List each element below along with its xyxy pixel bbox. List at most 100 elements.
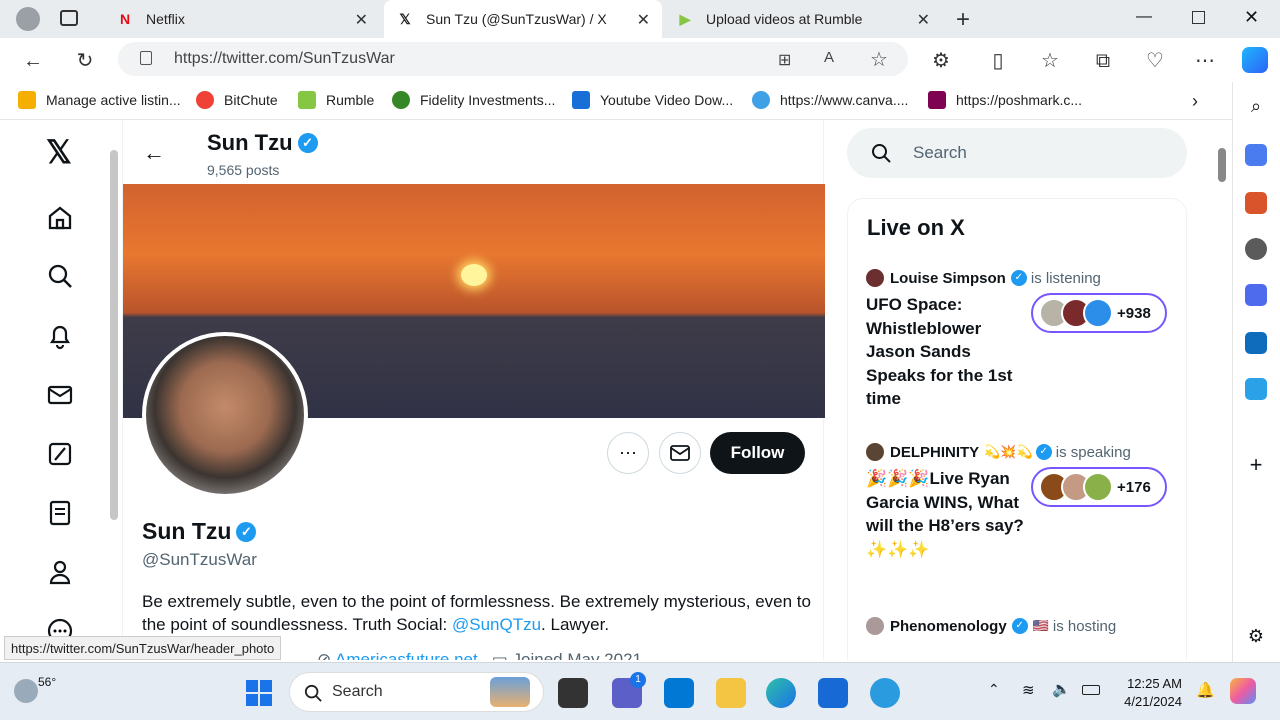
right-scrollbar[interactable] bbox=[1216, 128, 1228, 658]
settings-gear-icon[interactable]: ⚙ bbox=[1245, 626, 1267, 648]
chevron-up-icon[interactable]: ⌃ bbox=[988, 681, 1000, 698]
task-view-icon[interactable] bbox=[558, 678, 588, 708]
close-icon[interactable]: ✕ bbox=[637, 10, 650, 30]
help-icon[interactable] bbox=[870, 678, 900, 708]
lock-icon[interactable] bbox=[140, 51, 152, 65]
window-close-button[interactable]: ✕ bbox=[1244, 7, 1259, 28]
message-button[interactable] bbox=[659, 432, 701, 474]
space-host: Phenomenology ✓ 🇺🇸 is hosting bbox=[866, 617, 1176, 635]
apps-icon[interactable]: ⊞ bbox=[778, 50, 791, 70]
bio-mention-link[interactable]: @SunQTzu bbox=[452, 615, 541, 634]
bookmark-item[interactable]: BitChute bbox=[196, 91, 278, 109]
file-explorer-icon[interactable] bbox=[716, 678, 746, 708]
space-host: DELPHINITY 💫💥💫 ✓ is speaking bbox=[866, 443, 1176, 461]
status-bar-url: https://twitter.com/SunTzusWar/header_ph… bbox=[4, 636, 282, 660]
x-logo-icon[interactable]: 𝕏 bbox=[46, 136, 74, 168]
profile-name-text: Sun Tzu bbox=[142, 518, 232, 544]
lists-icon[interactable] bbox=[46, 499, 74, 527]
search-icon[interactable]: ⌕ bbox=[1245, 96, 1267, 118]
browser-essentials-icon[interactable]: ♡ bbox=[1142, 48, 1168, 74]
space-item[interactable]: Louise Simpson ✓ is listening UFO Space: W… bbox=[866, 269, 1176, 408]
scrollbar-thumb[interactable] bbox=[1218, 148, 1226, 182]
weather-temp[interactable]: 56° bbox=[38, 675, 56, 689]
follow-button[interactable]: Follow bbox=[710, 432, 805, 474]
bookmark-item[interactable]: Youtube Video Dow... bbox=[572, 91, 733, 109]
new-tab-button[interactable]: + bbox=[956, 6, 970, 34]
weather-icon[interactable] bbox=[14, 679, 38, 703]
bookmark-item[interactable]: Manage active listin... bbox=[18, 91, 181, 109]
bookmark-item[interactable]: Rumble bbox=[298, 91, 374, 109]
space-item[interactable]: DELPHINITY 💫💥💫 ✓ is speaking 🎉🎉🎉Live Ryan G… bbox=[866, 443, 1176, 559]
url-bar[interactable]: https://twitter.com/SunTzusWar ⊞ A ☆ bbox=[118, 42, 908, 76]
close-icon[interactable]: ✕ bbox=[355, 10, 368, 30]
favorite-star-icon[interactable]: ☆ bbox=[870, 47, 888, 72]
edge-icon[interactable] bbox=[766, 678, 796, 708]
add-icon[interactable]: + bbox=[1245, 454, 1267, 476]
bookmark-label: Manage active listin... bbox=[46, 92, 181, 108]
shopping-tag-icon[interactable] bbox=[1245, 144, 1267, 166]
notification-bell-icon[interactable]: 🔔 bbox=[1196, 681, 1215, 699]
copilot-icon[interactable] bbox=[1242, 47, 1268, 73]
tab-actions-icon[interactable] bbox=[60, 10, 78, 26]
host-name: Phenomenology bbox=[890, 617, 1007, 635]
system-clock[interactable]: 12:25 AM 4/21/2024 bbox=[1112, 675, 1182, 711]
bookmark-label: https://poshmark.c... bbox=[956, 92, 1083, 108]
profile-avatar[interactable] bbox=[142, 332, 308, 498]
wifi-icon[interactable]: ≋ bbox=[1022, 681, 1035, 699]
clock-time: 12:25 AM bbox=[1127, 676, 1182, 691]
chevron-right-icon[interactable]: › bbox=[1192, 91, 1198, 112]
left-nav: 𝕏 bbox=[4, 120, 104, 660]
more-options-button[interactable]: ⋯ bbox=[607, 432, 649, 474]
back-icon[interactable]: ← bbox=[20, 48, 46, 74]
bookmark-label: Fidelity Investments... bbox=[420, 92, 556, 108]
scrollbar-thumb[interactable] bbox=[110, 150, 118, 520]
explore-search-icon[interactable] bbox=[46, 262, 74, 290]
tab-netflix[interactable]: N Netflix ✕ bbox=[104, 0, 380, 38]
search-input[interactable]: Search bbox=[847, 128, 1187, 178]
outlook-icon[interactable] bbox=[1245, 332, 1267, 354]
space-item[interactable]: Phenomenology ✓ 🇺🇸 is hosting bbox=[866, 617, 1176, 635]
send-icon[interactable] bbox=[1245, 378, 1267, 400]
bookmark-item[interactable]: https://poshmark.c... bbox=[928, 91, 1082, 109]
minimize-button[interactable]: — bbox=[1136, 8, 1152, 26]
post-count: 9,565 posts bbox=[207, 162, 280, 178]
bookmarks-bar: Manage active listin... BitChute Rumble … bbox=[0, 82, 1280, 120]
listener-avatar bbox=[1083, 472, 1113, 502]
profile-avatar-icon[interactable] bbox=[16, 7, 40, 31]
store-icon[interactable] bbox=[818, 678, 848, 708]
start-windows-icon[interactable] bbox=[246, 680, 272, 706]
restore-button[interactable] bbox=[1192, 11, 1205, 24]
volume-icon[interactable]: 🔈 bbox=[1052, 680, 1071, 698]
space-listeners[interactable]: +938 bbox=[1031, 293, 1167, 333]
bookmark-item[interactable]: https://www.canva.... bbox=[752, 91, 908, 109]
envelope-icon bbox=[670, 445, 690, 461]
notifications-bell-icon[interactable] bbox=[46, 322, 74, 350]
battery-icon[interactable] bbox=[1082, 685, 1100, 695]
home-icon[interactable] bbox=[46, 204, 74, 232]
website-link[interactable]: Americasfuture.net bbox=[335, 650, 478, 660]
profile-icon[interactable] bbox=[46, 558, 74, 586]
favorites-icon[interactable]: ☆ bbox=[1037, 48, 1063, 74]
more-menu-icon[interactable]: ⋯ bbox=[1192, 48, 1218, 74]
taskbar-search[interactable]: Search bbox=[289, 672, 544, 712]
tab-rumble[interactable]: ▶ Upload videos at Rumble ✕ bbox=[664, 0, 942, 38]
refresh-icon[interactable]: ↻ bbox=[72, 48, 98, 74]
back-arrow-icon[interactable]: ← bbox=[143, 140, 165, 166]
teams-icon[interactable]: 1 bbox=[612, 672, 646, 708]
myhp-icon[interactable] bbox=[664, 678, 694, 708]
tab-x-profile[interactable]: 𝕏 Sun Tzu (@SunTzusWar) / X ✕ bbox=[384, 0, 662, 38]
split-screen-icon[interactable]: ▯ bbox=[985, 48, 1011, 74]
games-icon[interactable] bbox=[1245, 238, 1267, 260]
bookmark-item[interactable]: Fidelity Investments... bbox=[392, 91, 555, 109]
read-aloud-icon[interactable]: A bbox=[824, 49, 834, 66]
collections-icon[interactable]: ⧉ bbox=[1090, 48, 1116, 74]
extensions-icon[interactable]: ⚙ bbox=[928, 48, 954, 74]
microsoft365-icon[interactable] bbox=[1245, 284, 1267, 306]
tools-icon[interactable] bbox=[1245, 192, 1267, 214]
grok-icon[interactable] bbox=[46, 440, 74, 468]
space-listeners[interactable]: +176 bbox=[1031, 467, 1167, 507]
copilot-taskbar-icon[interactable] bbox=[1230, 678, 1256, 704]
page-scrollbar[interactable] bbox=[108, 130, 118, 660]
close-icon[interactable]: ✕ bbox=[917, 10, 930, 30]
messages-envelope-icon[interactable] bbox=[46, 381, 74, 409]
